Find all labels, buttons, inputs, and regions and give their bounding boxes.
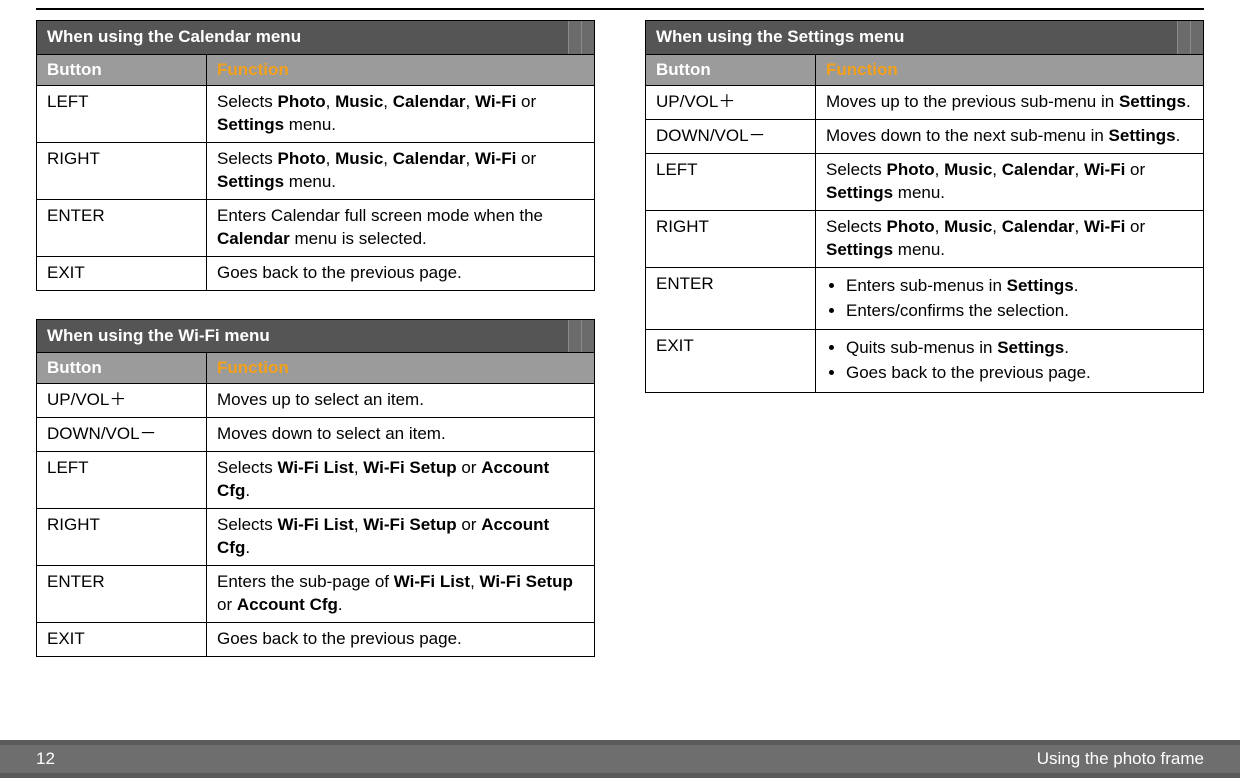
function-cell: Enters sub-menus in Settings.Enters/conf… xyxy=(816,267,1204,330)
function-cell: Selects Wi-Fi List, Wi-Fi Setup or Accou… xyxy=(207,509,595,566)
list-item: Quits sub-menus in Settings. xyxy=(846,337,1193,360)
button-cell: ENTER xyxy=(646,267,816,330)
table-row: ENTEREnters Calendar full screen mode wh… xyxy=(37,199,595,256)
list-item: Goes back to the previous page. xyxy=(846,362,1193,385)
wifi-table: When using the Wi-Fi menu Button Functio… xyxy=(36,319,595,657)
table-row: ENTEREnters sub-menus in Settings.Enters… xyxy=(646,267,1204,330)
wifi-rows: UP/VOL＋Moves up to select an item.DOWN/V… xyxy=(37,384,595,656)
right-column: When using the Settings menu Button Func… xyxy=(645,20,1204,685)
page-number: 12 xyxy=(36,749,55,769)
table-row: UP/VOL＋Moves up to the previous sub-menu… xyxy=(646,85,1204,119)
table-row: LEFTSelects Photo, Music, Calendar, Wi-F… xyxy=(646,153,1204,210)
button-cell: LEFT xyxy=(37,85,207,142)
table-row: DOWN/VOL－Moves down to select an item. xyxy=(37,418,595,452)
button-cell: RIGHT xyxy=(37,142,207,199)
table-row: LEFTSelects Photo, Music, Calendar, Wi-F… xyxy=(37,85,595,142)
table-row: LEFTSelects Wi-Fi List, Wi-Fi Setup or A… xyxy=(37,452,595,509)
function-cell: Selects Photo, Music, Calendar, Wi-Fi or… xyxy=(816,153,1204,210)
section-title: Using the photo frame xyxy=(1037,749,1204,769)
content-columns: When using the Calendar menu Button Func… xyxy=(0,20,1240,685)
button-cell: EXIT xyxy=(37,622,207,656)
settings-rows: UP/VOL＋Moves up to the previous sub-menu… xyxy=(646,85,1204,392)
button-cell: EXIT xyxy=(37,256,207,290)
button-cell: UP/VOL＋ xyxy=(646,85,816,119)
table-row: ENTEREnters the sub-page of Wi-Fi List, … xyxy=(37,566,595,623)
footer-bar: 12 Using the photo frame xyxy=(0,740,1240,778)
calendar-rows: LEFTSelects Photo, Music, Calendar, Wi-F… xyxy=(37,85,595,290)
list-item: Enters/confirms the selection. xyxy=(846,300,1193,323)
function-cell: Goes back to the previous page. xyxy=(207,622,595,656)
settings-title: When using the Settings menu xyxy=(646,21,1204,55)
function-cell: Enters the sub-page of Wi-Fi List, Wi-Fi… xyxy=(207,566,595,623)
table-row: RIGHTSelects Wi-Fi List, Wi-Fi Setup or … xyxy=(37,509,595,566)
function-cell: Moves down to select an item. xyxy=(207,418,595,452)
wifi-title: When using the Wi-Fi menu xyxy=(37,319,595,353)
table-row: UP/VOL＋Moves up to select an item. xyxy=(37,384,595,418)
left-column: When using the Calendar menu Button Func… xyxy=(36,20,595,685)
button-cell: UP/VOL＋ xyxy=(37,384,207,418)
function-cell: Moves down to the next sub-menu in Setti… xyxy=(816,119,1204,153)
list-item: Enters sub-menus in Settings. xyxy=(846,275,1193,298)
header-button: Button xyxy=(37,54,207,85)
header-button: Button xyxy=(646,54,816,85)
header-function: Function xyxy=(816,54,1204,85)
table-row: RIGHTSelects Photo, Music, Calendar, Wi-… xyxy=(646,210,1204,267)
button-cell: DOWN/VOL－ xyxy=(37,418,207,452)
function-cell: Selects Photo, Music, Calendar, Wi-Fi or… xyxy=(207,85,595,142)
table-row: EXITGoes back to the previous page. xyxy=(37,256,595,290)
function-cell: Enters Calendar full screen mode when th… xyxy=(207,199,595,256)
button-cell: DOWN/VOL－ xyxy=(646,119,816,153)
button-cell: EXIT xyxy=(646,330,816,393)
calendar-table: When using the Calendar menu Button Func… xyxy=(36,20,595,291)
button-cell: RIGHT xyxy=(646,210,816,267)
table-row: EXITQuits sub-menus in Settings.Goes bac… xyxy=(646,330,1204,393)
table-row: EXITGoes back to the previous page. xyxy=(37,622,595,656)
table-row: RIGHTSelects Photo, Music, Calendar, Wi-… xyxy=(37,142,595,199)
button-cell: LEFT xyxy=(37,452,207,509)
function-cell: Selects Photo, Music, Calendar, Wi-Fi or… xyxy=(816,210,1204,267)
function-cell: Selects Wi-Fi List, Wi-Fi Setup or Accou… xyxy=(207,452,595,509)
header-function: Function xyxy=(207,353,595,384)
header-button: Button xyxy=(37,353,207,384)
function-cell: Selects Photo, Music, Calendar, Wi-Fi or… xyxy=(207,142,595,199)
function-cell: Quits sub-menus in Settings.Goes back to… xyxy=(816,330,1204,393)
button-cell: LEFT xyxy=(646,153,816,210)
function-cell: Moves up to the previous sub-menu in Set… xyxy=(816,85,1204,119)
top-divider xyxy=(36,8,1204,10)
button-cell: RIGHT xyxy=(37,509,207,566)
button-cell: ENTER xyxy=(37,566,207,623)
function-cell: Goes back to the previous page. xyxy=(207,256,595,290)
table-row: DOWN/VOL－Moves down to the next sub-menu… xyxy=(646,119,1204,153)
header-function: Function xyxy=(207,54,595,85)
function-cell: Moves up to select an item. xyxy=(207,384,595,418)
settings-table: When using the Settings menu Button Func… xyxy=(645,20,1204,393)
button-cell: ENTER xyxy=(37,199,207,256)
calendar-title: When using the Calendar menu xyxy=(37,21,595,55)
